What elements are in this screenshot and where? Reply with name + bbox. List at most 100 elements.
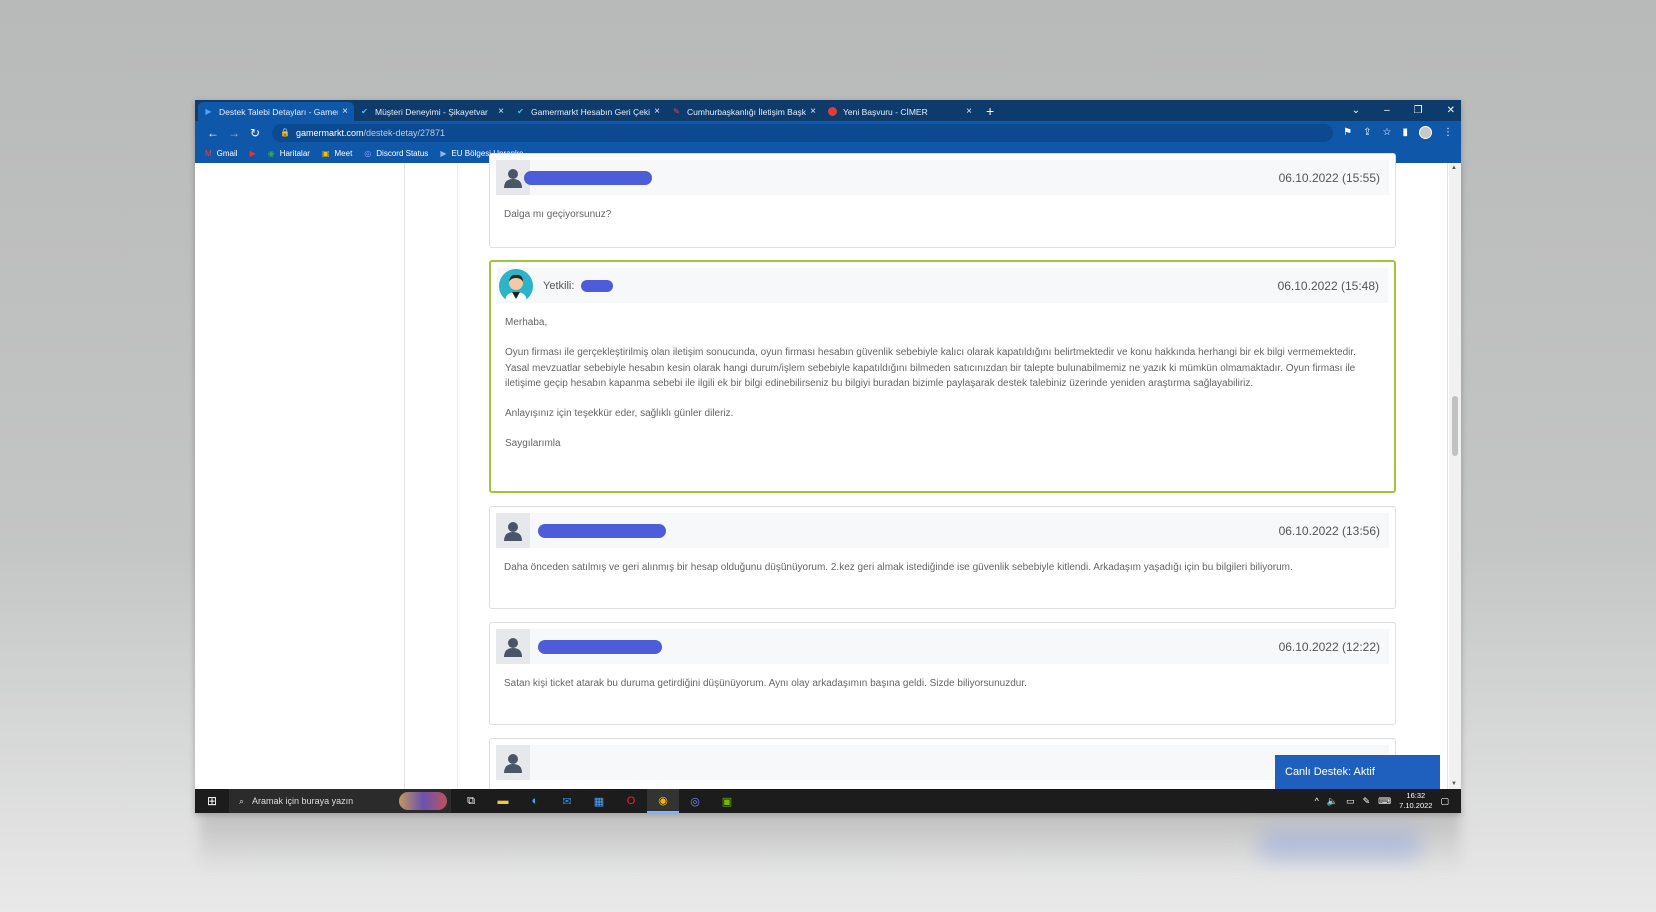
message-body: Satan kişi ticket atarak bu duruma getir… bbox=[504, 678, 1027, 689]
star-icon[interactable]: ☆ bbox=[1383, 127, 1392, 138]
staff-avatar bbox=[499, 268, 533, 303]
discord-icon: ◎ bbox=[364, 149, 372, 158]
user-icon bbox=[496, 629, 530, 664]
nvidia-icon[interactable]: ▣ bbox=[711, 789, 743, 813]
close-window-icon[interactable]: ✕ bbox=[1447, 105, 1455, 116]
search-icon: ⌕ bbox=[239, 795, 245, 806]
pen-icon[interactable]: ✎ bbox=[1363, 796, 1371, 807]
close-icon[interactable]: × bbox=[810, 106, 816, 117]
message-header: 06.10.2022 (12:22) bbox=[496, 629, 1389, 664]
edge-icon[interactable]: ◐ bbox=[519, 789, 551, 813]
maps-icon: ◉ bbox=[267, 149, 275, 158]
gmail-icon: M bbox=[205, 149, 212, 158]
menu-icon[interactable]: ⋮ bbox=[1443, 127, 1453, 138]
message-body: Merhaba, Oyun firması ile gerçekleştiril… bbox=[505, 317, 1356, 449]
store-icon[interactable]: ▦ bbox=[583, 789, 615, 813]
discord-icon[interactable]: ◎ bbox=[679, 789, 711, 813]
reload-icon[interactable]: ↻ bbox=[245, 126, 265, 140]
staff-label: Yetkili: bbox=[543, 279, 575, 292]
play-icon: ▶ bbox=[205, 107, 212, 116]
bookmark-meet[interactable]: ▣ Meet bbox=[322, 149, 352, 158]
tab-cimer[interactable]: Yeni Başvuru - CİMER × bbox=[822, 102, 978, 121]
keyboard-icon[interactable]: ⌨ bbox=[1378, 796, 1391, 807]
message-date: 06.10.2022 (15:48) bbox=[1277, 278, 1379, 293]
tab-bar: ▶ Destek Talebi Detayları - Gamerm × ✔ M… bbox=[195, 100, 1461, 121]
page-scrollbar[interactable]: ▲ ▼ bbox=[1449, 163, 1461, 789]
minimize-icon[interactable]: – bbox=[1384, 105, 1390, 116]
chrome-icon[interactable]: ◉ bbox=[647, 789, 679, 813]
screen-reflection bbox=[200, 812, 1460, 872]
extension-icon[interactable]: ⚑ bbox=[1343, 127, 1352, 138]
scroll-up-icon[interactable]: ▲ bbox=[1451, 165, 1457, 171]
tab-destek[interactable]: ▶ Destek Talebi Detayları - Gamerm × bbox=[198, 102, 354, 121]
scrollbar-thumb[interactable] bbox=[1452, 396, 1458, 456]
user-icon bbox=[496, 513, 530, 548]
youtube-icon: ▶ bbox=[249, 149, 256, 158]
maximize-icon[interactable]: ❐ bbox=[1414, 105, 1423, 116]
staff-message: Yetkili: 06.10.2022 (15:48) Merhaba, Oyu… bbox=[489, 260, 1396, 493]
close-icon[interactable]: × bbox=[342, 106, 348, 117]
message-date: 06.10.2022 (13:56) bbox=[1278, 523, 1380, 538]
search-highlight-image bbox=[399, 792, 447, 810]
volume-icon[interactable]: 🔈 bbox=[1327, 796, 1338, 807]
pen-icon: ✎ bbox=[673, 107, 680, 116]
check-icon: ✔ bbox=[517, 107, 524, 116]
check-icon: ✔ bbox=[361, 107, 368, 116]
ticket-message: 06.10.2022 (12:22) Satan kişi ticket ata… bbox=[489, 622, 1396, 725]
file-explorer-icon[interactable]: ▬ bbox=[487, 789, 519, 813]
forward-icon[interactable]: → bbox=[224, 126, 244, 140]
ticket-message: 06.10.2022 (15:55) Dalga mı geçiyorsunuz… bbox=[489, 153, 1396, 248]
task-view-icon[interactable]: ⧉ bbox=[455, 789, 487, 813]
bookmark-maps[interactable]: ◉ Haritalar bbox=[268, 149, 310, 158]
close-icon[interactable]: × bbox=[966, 106, 972, 117]
url-input[interactable]: 🔒 gamermarkt.com/destek-detay/27871 bbox=[272, 123, 1334, 142]
message-header: 06.10.2022 (15:55) bbox=[496, 160, 1389, 195]
bookmark-gmail[interactable]: M Gmail bbox=[205, 149, 238, 158]
play-icon: ▶ bbox=[440, 149, 447, 158]
page-content: 06.10.2022 (15:55) Dalga mı geçiyorsunuz… bbox=[195, 153, 1461, 813]
message-body: Daha önceden satılmış ve geri alınmış bi… bbox=[504, 562, 1293, 573]
message-header: Yetkili: 06.10.2022 (15:48) bbox=[497, 268, 1388, 303]
windows-taskbar: ⊞ ⌕ Aramak için buraya yazın ⧉ ▬ ◐ ✉ ▦ O… bbox=[195, 789, 1461, 813]
tab-gamermarkt[interactable]: ✔ Gamermarkt Hesabın Geri Çekilm × bbox=[510, 102, 666, 121]
tab-cumhurbaskanligi[interactable]: ✎ Cumhurbaşkanlığı İletişim Başkan × bbox=[666, 102, 822, 121]
lock-icon: 🔒 bbox=[280, 128, 290, 137]
opera-icon[interactable]: O bbox=[615, 789, 647, 813]
notification-icon[interactable]: ▢ bbox=[1440, 796, 1449, 807]
tab-search-icon[interactable]: ⌄ bbox=[1352, 105, 1360, 116]
message-date: 06.10.2022 (12:22) bbox=[1278, 639, 1380, 654]
windows-start-icon[interactable]: ⊞ bbox=[195, 794, 229, 808]
redacted-username bbox=[524, 170, 652, 185]
chevron-up-icon[interactable]: ^ bbox=[1315, 796, 1319, 806]
meet-icon: ▣ bbox=[321, 149, 330, 158]
taskbar-clock[interactable]: 16:32 7.10.2022 bbox=[1399, 791, 1432, 811]
redacted-username bbox=[538, 639, 662, 654]
window-controls: ⌄ – ❐ ✕ bbox=[1352, 100, 1455, 121]
browser-window: ▶ Destek Talebi Detayları - Gamerm × ✔ M… bbox=[195, 100, 1461, 813]
message-header bbox=[496, 745, 1389, 780]
profile-avatar[interactable] bbox=[1419, 126, 1432, 139]
bookmark-youtube[interactable]: ▶ bbox=[250, 149, 256, 158]
new-tab-button[interactable]: + bbox=[986, 103, 994, 119]
cimer-icon bbox=[828, 107, 837, 116]
sidepanel-icon[interactable]: ▮ bbox=[1402, 127, 1408, 138]
network-icon[interactable]: ▭ bbox=[1346, 796, 1355, 807]
taskbar-search[interactable]: ⌕ Aramak için buraya yazın bbox=[229, 789, 451, 813]
scroll-down-icon[interactable]: ▼ bbox=[1451, 781, 1457, 787]
redacted-staff-name bbox=[581, 279, 613, 292]
back-icon[interactable]: ← bbox=[203, 126, 223, 140]
tab-sikayetvar[interactable]: ✔ Müşteri Deneyimi - Şikayetvar × bbox=[354, 102, 510, 121]
close-icon[interactable]: × bbox=[654, 106, 660, 117]
share-icon[interactable]: ⇪ bbox=[1363, 127, 1371, 138]
mail-icon[interactable]: ✉ bbox=[551, 789, 583, 813]
message-body: Dalga mı geçiyorsunuz? bbox=[504, 209, 612, 220]
bookmark-discord[interactable]: ◎ Discord Status bbox=[364, 149, 428, 158]
redacted-username bbox=[538, 523, 666, 538]
user-icon bbox=[496, 745, 530, 780]
address-bar: ← → ↻ 🔒 gamermarkt.com/destek-detay/2787… bbox=[195, 121, 1461, 144]
live-support-button[interactable]: Canlı Destek: Aktif bbox=[1275, 755, 1440, 789]
message-header: 06.10.2022 (13:56) bbox=[496, 513, 1389, 548]
system-tray: ^ 🔈 ▭ ✎ ⌨ 16:32 7.10.2022 ▢ bbox=[1315, 791, 1461, 811]
message-date: 06.10.2022 (15:55) bbox=[1278, 170, 1380, 185]
close-icon[interactable]: × bbox=[498, 106, 504, 117]
